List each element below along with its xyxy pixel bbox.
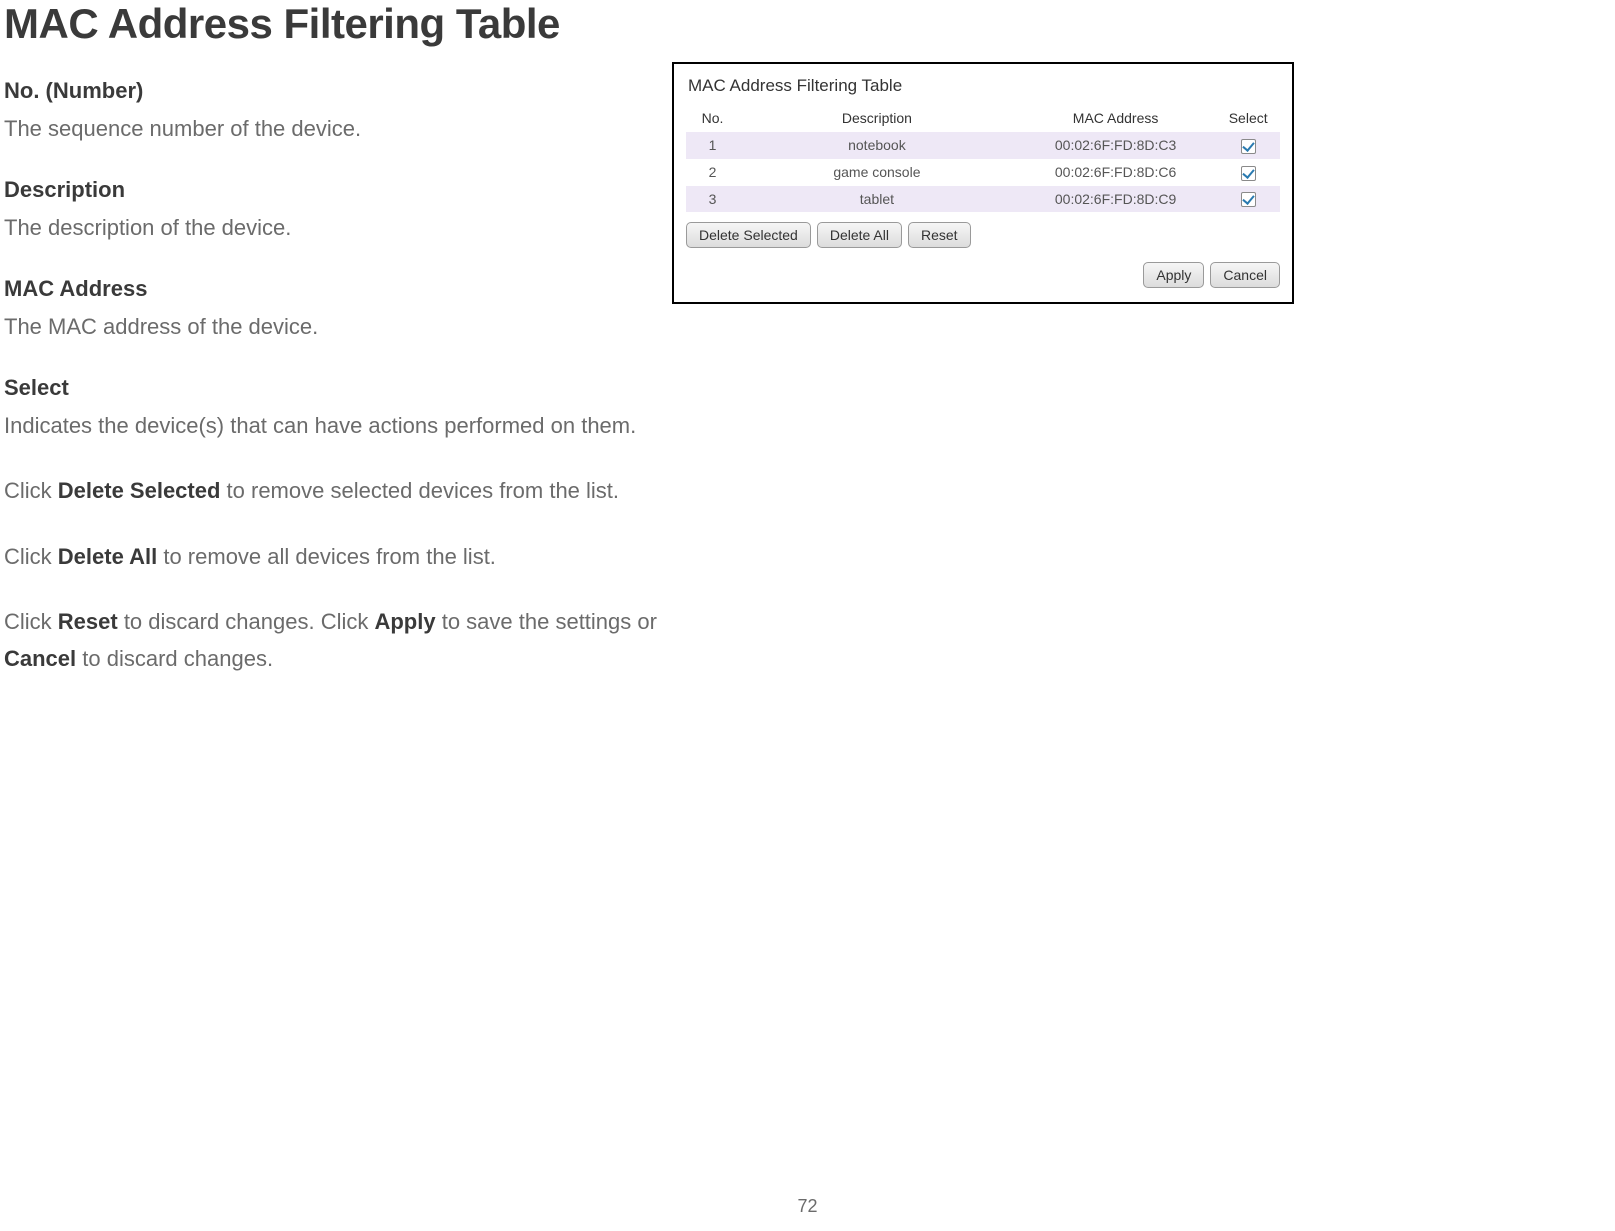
page-number: 72 (797, 1196, 817, 1217)
select-checkbox[interactable] (1241, 166, 1256, 181)
cell-mac: 00:02:6F:FD:8D:C9 (1015, 186, 1217, 213)
col-header-no: No. (686, 106, 739, 132)
table-row: 3 tablet 00:02:6F:FD:8D:C9 (686, 186, 1280, 213)
text: to remove all devices from the list. (157, 544, 496, 569)
def-desc-select: Indicates the device(s) that can have ac… (4, 407, 660, 444)
text: Click (4, 478, 58, 503)
table-row: 2 game console 00:02:6F:FD:8D:C6 (686, 159, 1280, 186)
delete-selected-button[interactable]: Delete Selected (686, 222, 811, 248)
mac-filtering-panel: MAC Address Filtering Table No. Descript… (672, 62, 1294, 304)
def-term-mac: MAC Address (4, 274, 660, 304)
para-reset-apply-cancel: Click Reset to discard changes. Click Ap… (4, 603, 660, 678)
bold-cancel: Cancel (4, 646, 76, 671)
cell-no: 1 (686, 132, 739, 159)
cell-desc: game console (739, 159, 1015, 186)
bold-delete-selected: Delete Selected (58, 478, 221, 503)
def-term-select: Select (4, 373, 660, 403)
text: to discard changes. (76, 646, 273, 671)
def-desc-mac: The MAC address of the device. (4, 308, 660, 345)
select-checkbox[interactable] (1241, 192, 1256, 207)
def-term-no: No. (Number) (4, 76, 660, 106)
cell-desc: notebook (739, 132, 1015, 159)
cell-no: 3 (686, 186, 739, 213)
cancel-button[interactable]: Cancel (1210, 262, 1280, 288)
cell-no: 2 (686, 159, 739, 186)
panel-title: MAC Address Filtering Table (688, 76, 1280, 96)
text: Click (4, 544, 58, 569)
cell-desc: tablet (739, 186, 1015, 213)
page-title: MAC Address Filtering Table (4, 0, 660, 48)
reset-button[interactable]: Reset (908, 222, 971, 248)
delete-all-button[interactable]: Delete All (817, 222, 902, 248)
apply-button[interactable]: Apply (1143, 262, 1204, 288)
table-row: 1 notebook 00:02:6F:FD:8D:C3 (686, 132, 1280, 159)
mac-table: No. Description MAC Address Select 1 not… (686, 106, 1280, 212)
col-header-description: Description (739, 106, 1015, 132)
col-header-select: Select (1216, 106, 1280, 132)
bold-reset: Reset (58, 609, 118, 634)
def-desc-no: The sequence number of the device. (4, 110, 660, 147)
para-delete-all: Click Delete All to remove all devices f… (4, 538, 660, 575)
text: to discard changes. Click (118, 609, 375, 634)
def-term-description: Description (4, 175, 660, 205)
text: Click (4, 609, 58, 634)
col-header-mac: MAC Address (1015, 106, 1217, 132)
select-checkbox[interactable] (1241, 139, 1256, 154)
cell-mac: 00:02:6F:FD:8D:C3 (1015, 132, 1217, 159)
cell-mac: 00:02:6F:FD:8D:C6 (1015, 159, 1217, 186)
bold-apply: Apply (374, 609, 435, 634)
text: to save the settings or (436, 609, 657, 634)
para-delete-selected: Click Delete Selected to remove selected… (4, 472, 660, 509)
def-desc-description: The description of the device. (4, 209, 660, 246)
text: to remove selected devices from the list… (220, 478, 619, 503)
bold-delete-all: Delete All (58, 544, 157, 569)
